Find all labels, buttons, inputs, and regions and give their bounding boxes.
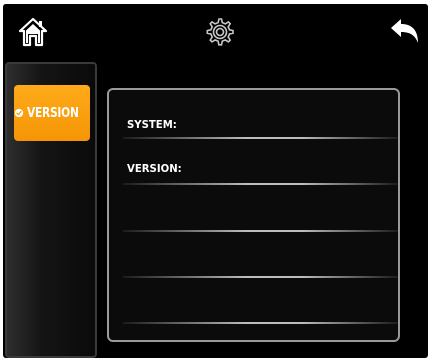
divider (123, 276, 398, 278)
top-bar (3, 4, 428, 58)
divider (123, 230, 398, 232)
back-arrow-icon[interactable] (388, 15, 422, 49)
check-badge-icon (14, 104, 24, 122)
sidebar-item-label: VERSION (27, 105, 79, 121)
screen: VERSION SYSTEM: VERSION: (3, 4, 428, 358)
divider (123, 137, 398, 139)
version-info-panel: SYSTEM: VERSION: (107, 88, 400, 342)
sidebar: VERSION (5, 62, 97, 358)
divider (123, 183, 398, 185)
version-row: VERSION: (123, 142, 398, 182)
gear-icon[interactable] (203, 15, 237, 49)
home-icon[interactable] (17, 16, 49, 48)
sidebar-item-version[interactable]: VERSION (14, 85, 90, 141)
system-row: SYSTEM: (123, 98, 398, 138)
divider (123, 322, 398, 324)
system-label: SYSTEM: (127, 118, 177, 131)
version-label: VERSION: (127, 162, 182, 175)
